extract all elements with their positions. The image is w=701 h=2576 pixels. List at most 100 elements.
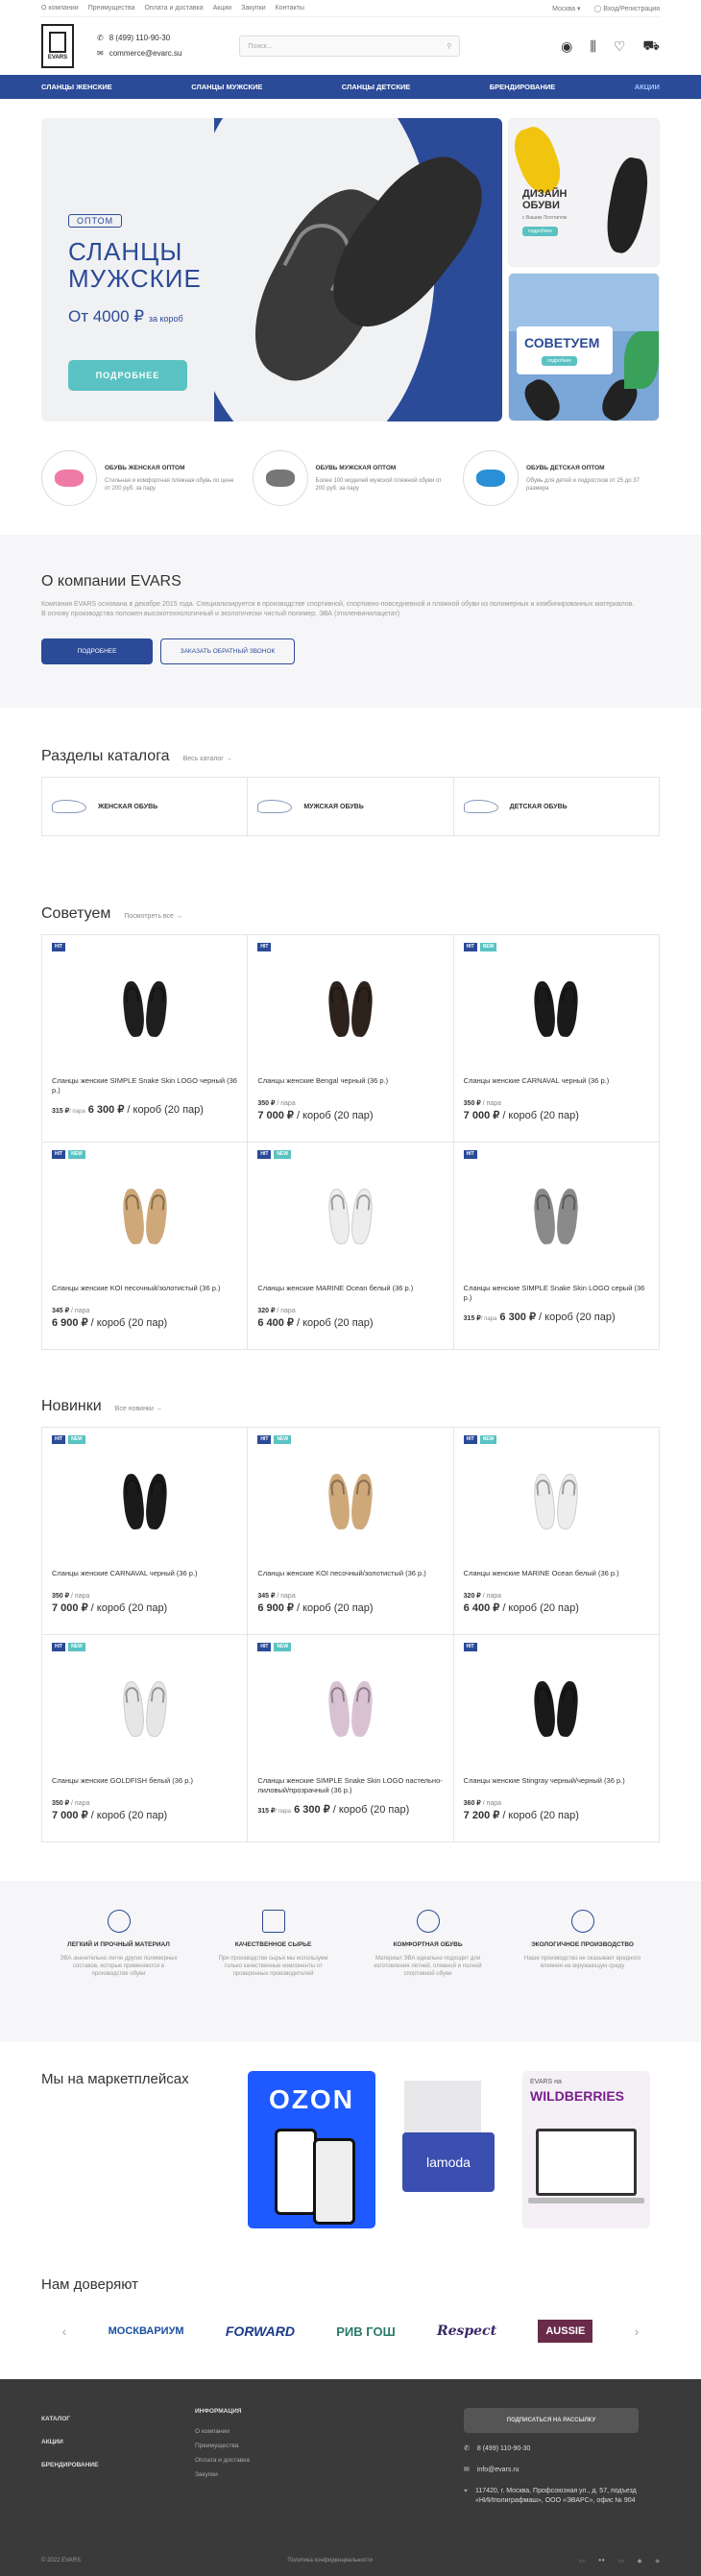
product-image[interactable] xyxy=(52,1450,237,1553)
product-name[interactable]: Сланцы женские SIMPLE Snake Skin LOGO па… xyxy=(257,1776,443,1795)
top-link-contacts[interactable]: Контакты xyxy=(276,5,304,12)
product-image[interactable] xyxy=(257,1450,443,1553)
catalog-item-kids[interactable]: ДЕТСКАЯ ОБУВЬ xyxy=(454,778,659,835)
product-card[interactable]: HIT Сланцы женские Stingray черный/черный… xyxy=(453,1635,660,1842)
nav-item-women[interactable]: СЛАНЦЫ ЖЕНСКИЕ xyxy=(41,83,112,91)
wildberries-card[interactable]: EVARS на WILDBERRIES xyxy=(522,2071,650,2228)
top-link-benefits[interactable]: Преимущества xyxy=(88,5,135,12)
product-image[interactable] xyxy=(52,1657,237,1761)
callback-button[interactable]: ЗАКАЗАТЬ ОБРАТНЫЙ ЗВОНОК xyxy=(160,638,295,664)
search-input[interactable]: Поиск... ⚲ xyxy=(239,36,461,57)
footer-phone[interactable]: 8 (499) 110-90-30 xyxy=(477,2444,531,2454)
design-card-title-1: ДИЗАЙН xyxy=(522,188,568,200)
product-name[interactable]: Сланцы женские KOI песочный/золотистый (… xyxy=(257,1569,443,1588)
chevron-down-icon: ▾ xyxy=(576,5,581,12)
design-card-pill[interactable]: подробнее xyxy=(522,227,559,236)
eye-icon[interactable]: ◉ xyxy=(561,38,572,55)
product-name[interactable]: Сланцы женские MARINE Ocean белый (36 р.… xyxy=(257,1284,443,1303)
recommend-card-pill[interactable]: подробнее xyxy=(542,356,578,366)
product-name[interactable]: Сланцы женские KOI песочный/золотистый (… xyxy=(52,1284,237,1303)
feature-women[interactable]: ОБУВЬ ЖЕНСКАЯ ОПТОМ Стильная и комфортная… xyxy=(41,450,238,506)
nav-item-branding[interactable]: БРЕНДИРОВАНИЕ xyxy=(490,83,556,91)
product-card[interactable]: HIT NEW Сланцы женские CARNAVAL черный (36… xyxy=(453,935,660,1143)
product-card[interactable]: HIT NEW Сланцы женские GOLDFISH белый (36 … xyxy=(42,1635,249,1842)
footer-link[interactable]: Закупки xyxy=(195,2468,464,2482)
search-icon[interactable]: ⚲ xyxy=(447,42,451,50)
product-card[interactable]: HIT Сланцы женские SIMPLE Snake Skin LOGO… xyxy=(453,1143,660,1350)
hit-badge: HIT xyxy=(52,1643,66,1651)
city-selector[interactable]: Москва ▾ xyxy=(552,5,580,12)
compare-icon[interactable]: ⫼ xyxy=(590,38,595,55)
product-name[interactable]: Сланцы женские Bengal черный (36 р.) xyxy=(257,1076,443,1095)
product-card[interactable]: HIT NEW Сланцы женские SIMPLE Snake Skin L… xyxy=(248,1635,454,1842)
product-name[interactable]: Сланцы женские SIMPLE Snake Skin LOGO че… xyxy=(52,1076,237,1095)
footer-link[interactable]: Преимущества xyxy=(195,2439,464,2453)
footer-link[interactable]: Оплата и доставка xyxy=(195,2453,464,2468)
product-card[interactable]: HIT NEW Сланцы женские CARNAVAL черный (36… xyxy=(42,1428,249,1635)
top-link-about[interactable]: О компании xyxy=(41,5,79,12)
product-image[interactable] xyxy=(464,1657,649,1761)
product-card[interactable]: HIT NEW Сланцы женские KOI песочный/золоти… xyxy=(42,1143,249,1350)
subscribe-button[interactable]: ПОДПИСАТЬСЯ НА РАССЫЛКУ xyxy=(464,2408,639,2433)
feature-desc: Стильная и комфортная пляжная обувь по ц… xyxy=(105,477,234,492)
login-link[interactable]: ◯ Вход/Регистрация xyxy=(594,5,661,12)
catalog-item-women[interactable]: ЖЕНСКАЯ ОБУВЬ xyxy=(42,778,249,835)
logo[interactable]: EVARS xyxy=(41,24,74,68)
privacy-policy-link[interactable]: Политика конфиденциальности xyxy=(287,2558,373,2564)
header-email[interactable]: commerce@evarc.su xyxy=(109,46,182,61)
top-link-purchases[interactable]: Закупки xyxy=(241,5,266,12)
footer-link-catalog[interactable]: КАТАЛОГ xyxy=(41,2408,195,2431)
product-name[interactable]: Сланцы женские MARINE Ocean белый (36 р.… xyxy=(464,1569,649,1588)
nav-item-kids[interactable]: СЛАНЦЫ ДЕТСКИЕ xyxy=(342,83,411,91)
lamoda-card[interactable]: lamoda xyxy=(385,2071,513,2228)
product-image[interactable] xyxy=(257,1165,443,1268)
price-pair-unit: / пара xyxy=(275,1809,291,1815)
product-image[interactable] xyxy=(257,1657,443,1761)
heart-icon[interactable]: ♡ xyxy=(614,38,626,55)
product-name[interactable]: Сланцы женские CARNAVAL черный (36 р.) xyxy=(464,1076,649,1095)
hero-more-button[interactable]: ПОДРОБНЕЕ xyxy=(68,360,187,391)
product-name[interactable]: Сланцы женские GOLDFISH белый (36 р.) xyxy=(52,1776,237,1795)
product-card[interactable]: HIT NEW Сланцы женские MARINE Ocean белый … xyxy=(453,1428,660,1635)
footer-link-branding[interactable]: БРЕНДИРОВАНИЕ xyxy=(41,2454,195,2477)
nav-item-sales[interactable]: АКЦИИ xyxy=(635,83,660,91)
product-image[interactable] xyxy=(52,957,237,1061)
feature-kids[interactable]: ОБУВЬ ДЕТСКАЯ ОПТОМ Обувь для детей и под… xyxy=(463,450,660,506)
product-image[interactable] xyxy=(257,957,443,1061)
recommend-promo-card[interactable]: СОВЕТУЕМ подробнее xyxy=(508,273,660,421)
feature-men[interactable]: ОБУВЬ МУЖСКАЯ ОПТОМ Более 100 моделей муж… xyxy=(252,450,449,506)
carousel-prev-icon[interactable]: ‹ xyxy=(62,2323,67,2339)
catalog-all-link[interactable]: Весь каталог → xyxy=(183,756,232,762)
design-promo-card[interactable]: ДИЗАЙН ОБУВИ с Вашим Логотипом подробнее xyxy=(508,118,660,267)
product-card[interactable]: HIT NEW Сланцы женские MARINE Ocean белый … xyxy=(248,1143,454,1350)
top-link-delivery[interactable]: Оплата и доставка xyxy=(144,5,203,12)
product-image[interactable] xyxy=(464,957,649,1061)
price-box-unit: / короб (20 пар) xyxy=(502,1810,579,1821)
cart-icon[interactable]: ⛟ xyxy=(642,37,660,56)
design-card-title-2: ОБУВИ xyxy=(522,200,560,211)
product-image[interactable] xyxy=(464,1165,649,1268)
recommended-all-link[interactable]: Посмотреть все → xyxy=(124,913,182,920)
top-link-sales[interactable]: Акции xyxy=(213,5,232,12)
novelties-all-link[interactable]: Все новинки → xyxy=(115,1406,162,1412)
product-name[interactable]: Сланцы женские Stingray черный/черный (3… xyxy=(464,1776,649,1795)
hero-banner[interactable]: ОПТОМ СЛАНЦЫ МУЖСКИЕ От 4000 ₽ за короб П… xyxy=(41,118,502,421)
about-more-button[interactable]: ПОДРОБНЕЕ xyxy=(41,638,153,664)
carousel-next-icon[interactable]: › xyxy=(635,2323,640,2339)
product-name[interactable]: Сланцы женские SIMPLE Snake Skin LOGO се… xyxy=(464,1284,649,1303)
catalog-item-men[interactable]: МУЖСКАЯ ОБУВЬ xyxy=(248,778,454,835)
product-image[interactable] xyxy=(464,1450,649,1553)
footer-link-sales[interactable]: АКЦИИ xyxy=(41,2431,195,2454)
footer-link[interactable]: О компании xyxy=(195,2424,464,2439)
product-card[interactable]: HIT NEW Сланцы женские KOI песочный/золоти… xyxy=(248,1428,454,1635)
product-image[interactable] xyxy=(52,1165,237,1268)
product-card[interactable]: HIT Сланцы женские SIMPLE Snake Skin LOGO… xyxy=(42,935,249,1143)
product-name[interactable]: Сланцы женские CARNAVAL черный (36 р.) xyxy=(52,1569,237,1588)
city-label: Москва xyxy=(552,5,576,12)
header-phone[interactable]: 8 (499) 110-90-30 xyxy=(109,31,170,46)
ozon-card[interactable]: OZON xyxy=(248,2071,375,2228)
footer-email[interactable]: info@evars.ru xyxy=(477,2466,520,2475)
feature-desc: Более 100 моделей мужской пляжной обуви … xyxy=(315,477,442,492)
product-card[interactable]: HIT Сланцы женские Bengal черный (36 р.) 3… xyxy=(248,935,454,1143)
nav-item-men[interactable]: СЛАНЦЫ МУЖСКИЕ xyxy=(191,83,262,91)
